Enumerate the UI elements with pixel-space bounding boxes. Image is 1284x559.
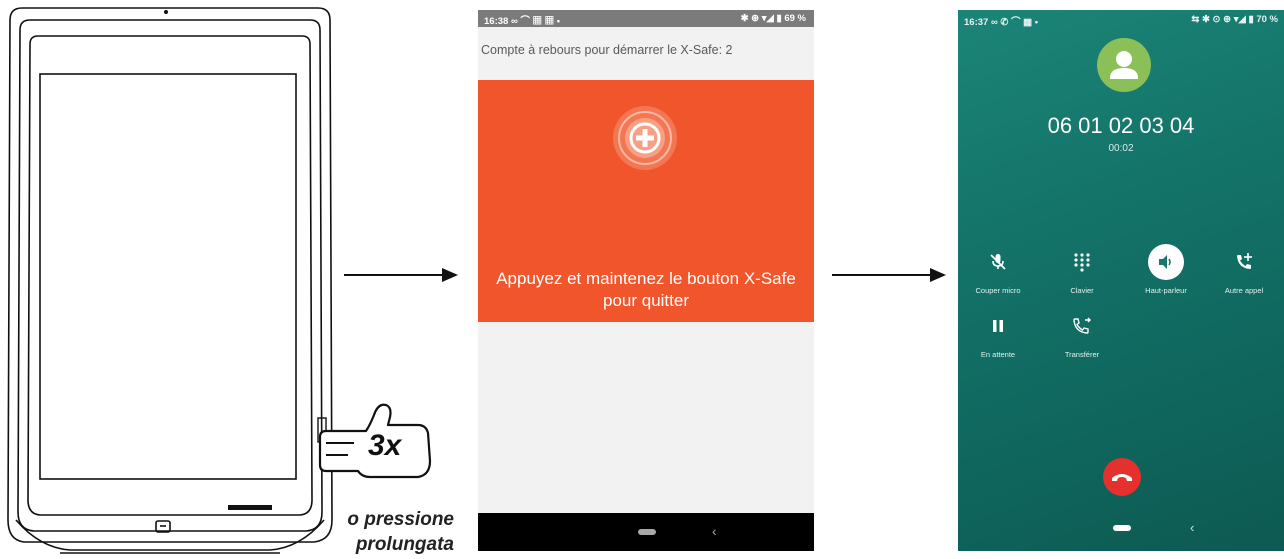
end-call-button[interactable] [1103, 458, 1141, 496]
status-time: 16:37 [964, 17, 989, 28]
status-right-icons: ✱ ⊕ ▾◢ ▮ 69 % [740, 13, 806, 24]
hang-up-icon [1112, 474, 1132, 481]
speaker-icon [1148, 244, 1184, 280]
exit-instruction-line-2: pour quitter [603, 291, 689, 310]
exit-instruction: Appuyez et maintenez le bouton X-Safe po… [478, 268, 814, 312]
mute-label: Couper micro [975, 286, 1021, 295]
transfer-label: Transférer [1064, 350, 1100, 359]
caption-line-1: o pressione [347, 509, 454, 530]
countdown-text: Compte à rebours pour démarrer le X-Safe… [481, 43, 733, 57]
transfer-button[interactable]: Transférer [1042, 308, 1122, 359]
status-right-icons: ⇆ ✱ ⊙ ⊕ ▾◢ ▮ 70 % [1191, 14, 1278, 25]
sos-plus-icon [613, 106, 677, 170]
caption-line-2: prolungata [355, 534, 454, 555]
status-bar: 16:38 ∞ ⌒ ▦ ▦ • ✱ ⊕ ▾◢ ▮ 69 % [478, 10, 814, 27]
arrow-right-icon [344, 268, 458, 282]
navigation-bar: ‹ [478, 513, 814, 551]
device-illustration [7, 7, 333, 554]
dialpad-button[interactable]: Clavier [1042, 244, 1122, 295]
avatar [1097, 38, 1151, 92]
arrow-right-icon [832, 268, 946, 282]
back-chevron-icon[interactable]: ‹ [712, 523, 717, 539]
home-button[interactable] [1113, 525, 1131, 531]
add-call-label: Autre appel [1224, 286, 1264, 295]
long-press-caption: o pressione prolungata [330, 507, 454, 557]
status-time: 16:38 [484, 16, 509, 27]
press-count-label: 3x [368, 429, 402, 462]
hold-label: En attente [980, 350, 1016, 359]
xsafe-exit-button[interactable]: Appuyez et maintenez le bouton X-Safe po… [478, 80, 814, 322]
dialpad-label: Clavier [1070, 286, 1094, 295]
caller-number: 06 01 02 03 04 [1047, 113, 1195, 138]
mute-button[interactable]: Couper micro [958, 244, 1038, 295]
add-call-icon [1226, 244, 1262, 280]
call-duration: 00:02 [1108, 143, 1134, 154]
add-call-button[interactable]: Autre appel [1204, 244, 1284, 295]
xsafe-screen: 16:38 ∞ ⌒ ▦ ▦ • ✱ ⊕ ▾◢ ▮ 69 % Compte à r… [478, 10, 814, 551]
status-left-icons: ∞ ✆ ⌒ ▦ • [990, 17, 1039, 28]
speaker-button[interactable]: Haut-parleur [1126, 244, 1206, 295]
hold-button[interactable]: En attente [958, 308, 1038, 359]
call-screen: 16:37 ∞ ✆ ⌒ ▦ • ⇆ ✱ ⊙ ⊕ ▾◢ ▮ 70 % 06 01 … [958, 10, 1284, 551]
back-chevron-icon[interactable]: ‹ [1190, 520, 1194, 535]
dialpad-icon [1064, 244, 1100, 280]
speaker-label: Haut-parleur [1145, 286, 1187, 295]
home-button[interactable] [638, 529, 656, 535]
transfer-call-icon [1064, 308, 1100, 344]
exit-instruction-line-1: Appuyez et maintenez le bouton X-Safe [496, 269, 796, 288]
pause-icon [980, 308, 1016, 344]
status-bar: 16:37 ∞ ✆ ⌒ ▦ • ⇆ ✱ ⊙ ⊕ ▾◢ ▮ 70 % [958, 10, 1284, 28]
status-left-icons: ∞ ⌒ ▦ ▦ • [510, 16, 561, 27]
person-icon [1110, 51, 1138, 79]
mic-off-icon [980, 244, 1016, 280]
